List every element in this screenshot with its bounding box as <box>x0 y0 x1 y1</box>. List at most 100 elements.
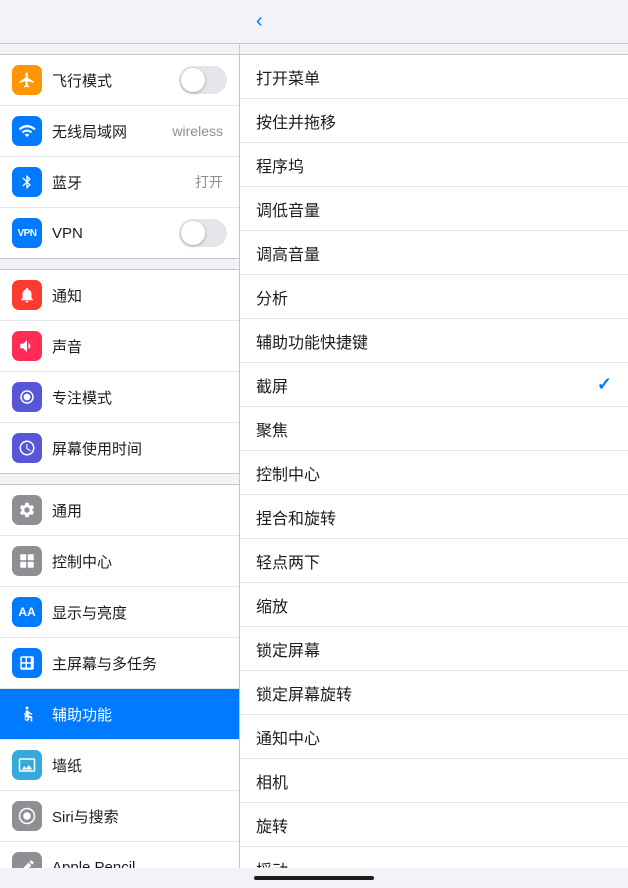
sidebar-item-focus[interactable]: 专注模式 <box>0 372 239 423</box>
bluetooth-icon <box>12 167 42 197</box>
right-item-label-press-drag: 按住并拖移 <box>256 109 612 133</box>
notification-label: 通知 <box>52 285 227 306</box>
sidebar-item-vpn[interactable]: VPN VPN <box>0 208 239 258</box>
right-items-group: 打开菜单按住并拖移程序坞调低音量调高音量分析辅助功能快捷键截屏✓聚焦控制中心捏合… <box>240 54 628 868</box>
sidebar-item-homescreen[interactable]: 主屏幕与多任务 <box>0 638 239 689</box>
sidebar-item-siri[interactable]: Siri与搜索 <box>0 791 239 842</box>
airplane-toggle-knob <box>181 68 205 92</box>
bottom-bar <box>0 868 628 888</box>
right-item-label-pinch-rotate: 捏合和旋转 <box>256 505 612 529</box>
right-item-label-rotate: 旋转 <box>256 813 612 837</box>
right-item-codeword[interactable]: 程序坞 <box>240 143 628 187</box>
controlcenter-icon <box>12 546 42 576</box>
sidebar-group-0: 飞行模式无线局域网wireless蓝牙打开VPNVPN <box>0 54 239 259</box>
sidebar-group-1: 通知声音专注模式屏幕使用时间 <box>0 269 239 474</box>
sidebar-item-wifi[interactable]: 无线局域网wireless <box>0 106 239 157</box>
sound-label: 声音 <box>52 336 227 357</box>
wallpaper-label: 墙纸 <box>52 755 227 776</box>
sidebar-item-general[interactable]: 通用 <box>0 485 239 536</box>
sidebar: 飞行模式无线局域网wireless蓝牙打开VPNVPN通知声音专注模式屏幕使用时… <box>0 44 240 868</box>
wallpaper-icon <box>12 750 42 780</box>
right-header: ‹ <box>240 10 628 33</box>
accessibility-icon <box>12 699 42 729</box>
right-item-camera[interactable]: 相机 <box>240 759 628 803</box>
homescreen-icon <box>12 648 42 678</box>
sidebar-item-wallpaper[interactable]: 墙纸 <box>0 740 239 791</box>
siri-icon <box>12 801 42 831</box>
right-item-shake[interactable]: 摇动 <box>240 847 628 868</box>
sidebar-item-sound[interactable]: 声音 <box>0 321 239 372</box>
right-item-focus[interactable]: 聚焦 <box>240 407 628 451</box>
display-icon: AA <box>12 597 42 627</box>
right-item-label-analytics: 分析 <box>256 285 612 309</box>
right-item-analytics[interactable]: 分析 <box>240 275 628 319</box>
home-indicator[interactable] <box>254 876 374 880</box>
wifi-value: wireless <box>172 123 223 139</box>
right-item-pinch-rotate[interactable]: 捏合和旋转 <box>240 495 628 539</box>
vpn-label: VPN <box>52 225 179 242</box>
notification-icon <box>12 280 42 310</box>
right-item-label-shake: 摇动 <box>256 857 612 869</box>
right-panel: 打开菜单按住并拖移程序坞调低音量调高音量分析辅助功能快捷键截屏✓聚焦控制中心捏合… <box>240 44 628 868</box>
right-item-notification-center[interactable]: 通知中心 <box>240 715 628 759</box>
sidebar-item-notification[interactable]: 通知 <box>0 270 239 321</box>
pencil-label: Apple Pencil <box>52 859 227 869</box>
general-label: 通用 <box>52 500 227 521</box>
sidebar-group-2: 通用控制中心 AA 显示与亮度主屏幕与多任务辅助功能墙纸 Siri与搜索 Apple P… <box>0 484 239 868</box>
airplane-label: 飞行模式 <box>52 70 179 91</box>
vpn-icon: VPN <box>12 218 42 248</box>
back-chevron-icon: ‹ <box>256 10 263 33</box>
wifi-label: 无线局域网 <box>52 121 172 142</box>
right-item-double-tap[interactable]: 轻点两下 <box>240 539 628 583</box>
header: ‹ <box>0 0 628 44</box>
main-content: 飞行模式无线局域网wireless蓝牙打开VPNVPN通知声音专注模式屏幕使用时… <box>0 44 628 868</box>
right-item-accessibility-shortcut[interactable]: 辅助功能快捷键 <box>240 319 628 363</box>
vpn-toggle-knob <box>181 221 205 245</box>
sidebar-item-controlcenter[interactable]: 控制中心 <box>0 536 239 587</box>
screentime-icon <box>12 433 42 463</box>
right-item-lock-rotate[interactable]: 锁定屏幕旋转 <box>240 671 628 715</box>
vpn-toggle[interactable] <box>179 219 227 247</box>
right-item-zoom[interactable]: 缩放 <box>240 583 628 627</box>
sidebar-item-screentime[interactable]: 屏幕使用时间 <box>0 423 239 473</box>
right-item-open-menu[interactable]: 打开菜单 <box>240 55 628 99</box>
sidebar-item-bluetooth[interactable]: 蓝牙打开 <box>0 157 239 208</box>
bluetooth-label: 蓝牙 <box>52 172 195 193</box>
bluetooth-value: 打开 <box>195 172 223 192</box>
right-item-label-volume-up: 调高音量 <box>256 241 612 265</box>
siri-label: Siri与搜索 <box>52 806 227 827</box>
sidebar-item-accessibility[interactable]: 辅助功能 <box>0 689 239 740</box>
focus-label: 专注模式 <box>52 387 227 408</box>
airplane-toggle[interactable] <box>179 66 227 94</box>
back-button[interactable]: ‹ <box>256 10 265 33</box>
airplane-icon <box>12 65 42 95</box>
focus-icon <box>12 382 42 412</box>
right-item-volume-down[interactable]: 调低音量 <box>240 187 628 231</box>
right-item-label-lock-rotate: 锁定屏幕旋转 <box>256 681 612 705</box>
wifi-icon <box>12 116 42 146</box>
right-item-label-open-menu: 打开菜单 <box>256 65 612 89</box>
sidebar-item-airplane[interactable]: 飞行模式 <box>0 55 239 106</box>
right-item-control-center[interactable]: 控制中心 <box>240 451 628 495</box>
homescreen-label: 主屏幕与多任务 <box>52 653 227 674</box>
right-item-label-codeword: 程序坞 <box>256 153 612 177</box>
sidebar-item-pencil[interactable]: Apple Pencil <box>0 842 239 868</box>
right-item-label-screenshot: 截屏 <box>256 373 597 397</box>
right-item-label-volume-down: 调低音量 <box>256 197 612 221</box>
right-item-label-accessibility-shortcut: 辅助功能快捷键 <box>256 329 612 353</box>
pencil-icon <box>12 852 42 868</box>
right-item-label-camera: 相机 <box>256 769 612 793</box>
right-item-label-control-center: 控制中心 <box>256 461 612 485</box>
right-item-lock-screen[interactable]: 锁定屏幕 <box>240 627 628 671</box>
right-item-label-zoom: 缩放 <box>256 593 612 617</box>
sidebar-item-display[interactable]: AA 显示与亮度 <box>0 587 239 638</box>
checkmark-screenshot: ✓ <box>597 374 612 395</box>
display-label: 显示与亮度 <box>52 602 227 623</box>
right-item-label-double-tap: 轻点两下 <box>256 549 612 573</box>
right-item-rotate[interactable]: 旋转 <box>240 803 628 847</box>
right-item-press-drag[interactable]: 按住并拖移 <box>240 99 628 143</box>
sound-icon <box>12 331 42 361</box>
right-item-label-notification-center: 通知中心 <box>256 725 612 749</box>
right-item-screenshot[interactable]: 截屏✓ <box>240 363 628 407</box>
right-item-volume-up[interactable]: 调高音量 <box>240 231 628 275</box>
